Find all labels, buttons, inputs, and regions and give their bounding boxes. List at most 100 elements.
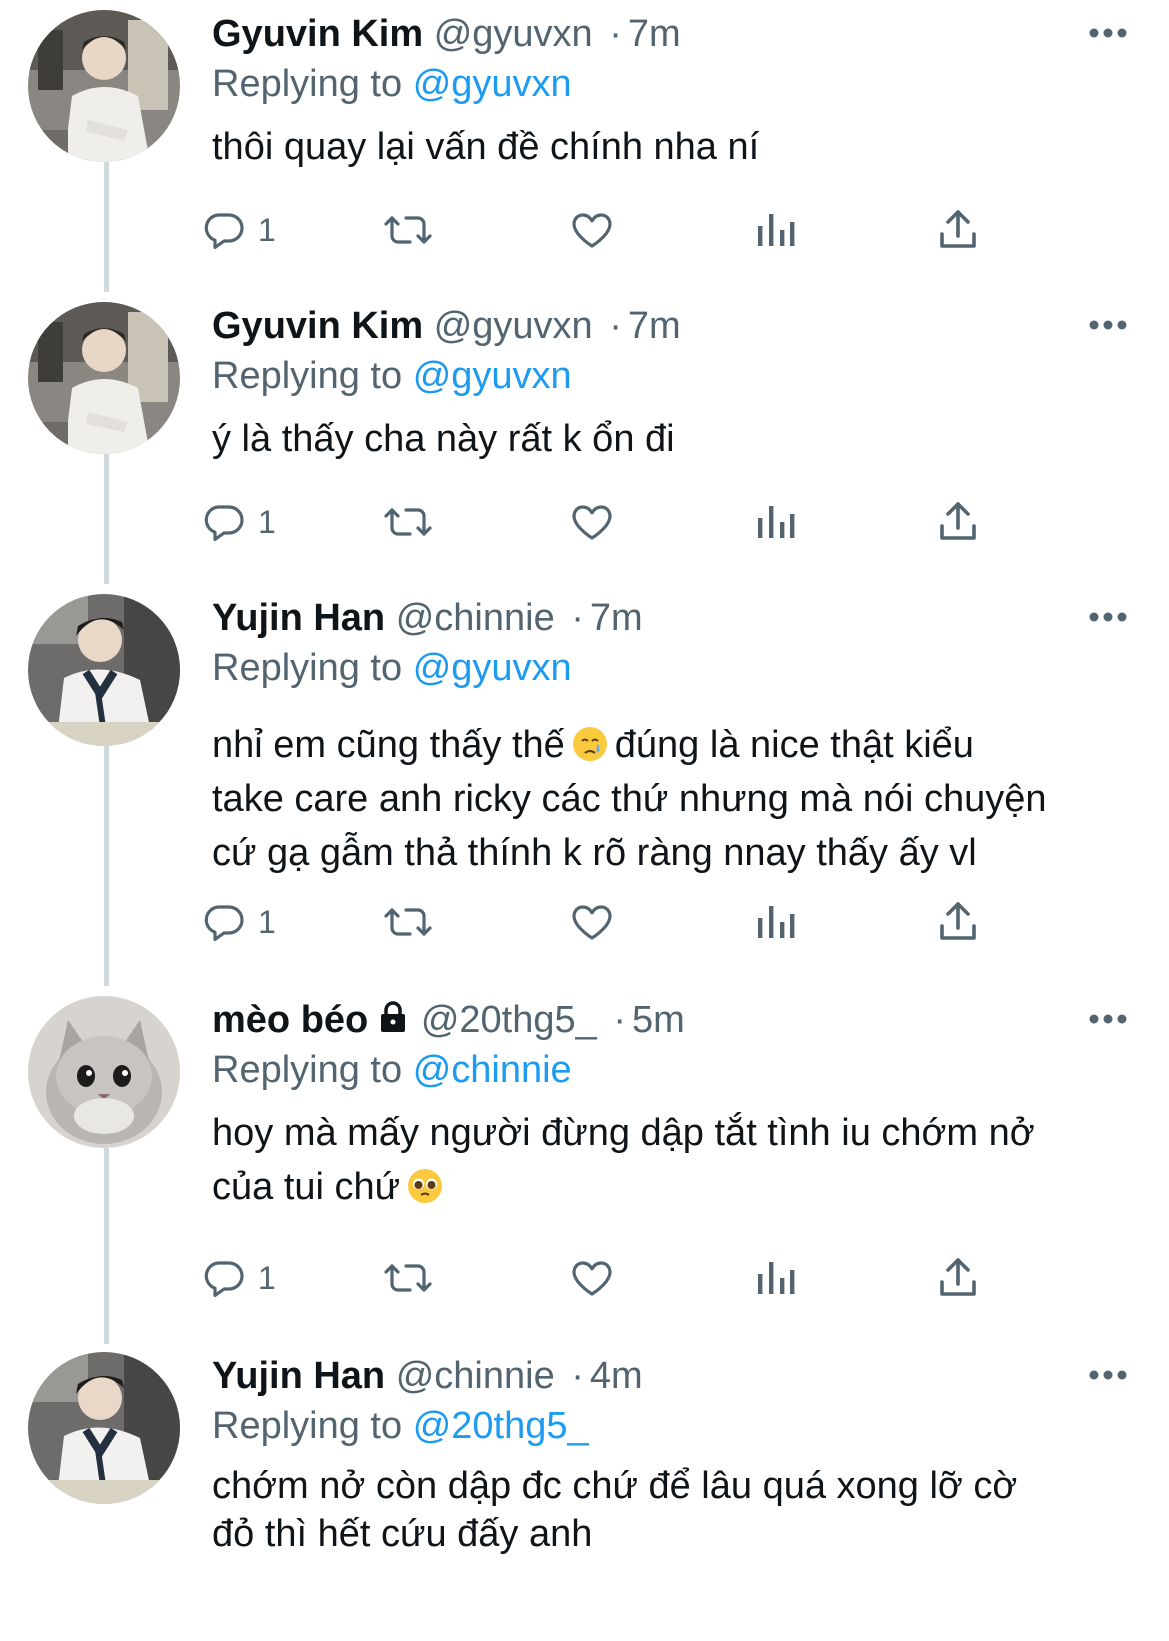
heart-icon [568,1254,616,1302]
timestamp[interactable]: 7m [628,305,681,347]
reply-button[interactable]: 1 [200,204,276,256]
avatar[interactable] [28,996,180,1148]
views-button[interactable] [754,896,796,948]
tweet-text-part: hoy mà mấy người đừng dập tắt tình iu ch… [212,1112,1035,1208]
reply-thread: Gyuvin Kim @gyuvxn · 7m Replying to @gyuv… [0,0,1169,1641]
retweet-button[interactable] [382,204,434,256]
author-handle[interactable]: @chinnie [396,597,555,639]
author-handle[interactable]: @gyuvxn [434,13,593,55]
more-dots-icon[interactable] [1087,602,1129,632]
thread-connector [104,162,109,292]
retweet-icon [382,498,434,546]
replying-to-handle[interactable]: @20thg5_ [413,1405,589,1447]
reply-button[interactable]: 1 [200,896,276,948]
tweet-actions: 1 [204,896,992,948]
share-icon [936,206,980,254]
author-name[interactable]: Yujin Han [212,1355,385,1397]
replying-to-handle[interactable]: @chinnie [413,1049,572,1091]
avatar[interactable] [28,1352,180,1504]
avatar[interactable] [28,594,180,746]
analytics-icon [754,898,796,946]
separator-dot: · [609,13,622,55]
author-name[interactable]: mèo béo [212,999,368,1041]
author-name[interactable]: Yujin Han [212,597,385,639]
tweet-text: hoy mà mấy người đừng dập tắt tình iu ch… [212,1106,1129,1214]
timestamp[interactable]: 7m [590,597,643,639]
avatar[interactable] [28,302,180,454]
like-button[interactable] [568,1252,616,1304]
share-button[interactable] [936,896,980,948]
share-button[interactable] [936,496,980,548]
thread-connector [104,1148,109,1344]
author-handle[interactable]: @chinnie [396,1355,555,1397]
replying-to-label: Replying to [212,1405,403,1447]
heart-icon [568,498,616,546]
tweet-text: ý là thấy cha này rất k ổn đi [212,418,675,460]
views-button[interactable] [754,204,796,256]
like-button[interactable] [568,204,616,256]
share-icon [936,498,980,546]
share-icon [936,1254,980,1302]
tweet-text: nhỉ em cũng thấy thế đúng là nice thật ki… [212,718,1129,880]
views-button[interactable] [754,496,796,548]
thread-connector [104,454,109,584]
views-button[interactable] [754,1252,796,1304]
reply-button[interactable]: 1 [200,496,276,548]
timestamp[interactable]: 7m [628,13,681,55]
analytics-icon [754,1254,796,1302]
tweet-text: chớm nở còn dập đc chứ để lâu quá xong l… [212,1465,1018,1555]
share-icon [936,898,980,946]
reply-bubble-icon [200,898,248,946]
separator-dot: · [571,597,584,639]
like-button[interactable] [568,496,616,548]
retweet-icon [382,1254,434,1302]
author-handle[interactable]: @gyuvxn [434,305,593,347]
author-name[interactable]: Gyuvin Kim [212,305,423,347]
replying-to-label: Replying to [212,647,403,689]
timestamp[interactable]: 5m [632,999,685,1041]
separator-dot: · [609,305,622,347]
thread-connector [104,746,109,986]
replying-to-label: Replying to [212,1049,403,1091]
like-button[interactable] [568,896,616,948]
tweet-actions: 1 [204,204,992,256]
retweet-button[interactable] [382,1252,434,1304]
retweet-icon [382,206,434,254]
share-button[interactable] [936,1252,980,1304]
tweet-text-part: nhỉ em cũng thấy thế [212,724,565,766]
reply-count: 1 [258,1259,276,1296]
separator-dot: · [613,999,626,1041]
reply-count: 1 [258,903,276,940]
replying-to-handle[interactable]: @gyuvxn [413,63,572,105]
share-button[interactable] [936,204,980,256]
author-name[interactable]: Gyuvin Kim [212,13,423,55]
replying-to-handle[interactable]: @gyuvxn [413,355,572,397]
avatar[interactable] [28,10,180,162]
separator-dot: · [571,1355,584,1397]
reply-bubble-icon [200,1254,248,1302]
tweet-text: thôi quay lại vấn đề chính nha ní [212,126,760,168]
author-handle[interactable]: @20thg5_ [421,999,597,1041]
retweet-icon [382,898,434,946]
more-dots-icon[interactable] [1087,1004,1129,1034]
reply-button[interactable]: 1 [200,1252,276,1304]
more-dots-icon[interactable] [1087,1360,1129,1390]
reply-bubble-icon [200,206,248,254]
tweet-actions: 1 [204,496,992,548]
timestamp[interactable]: 4m [590,1355,643,1397]
retweet-button[interactable] [382,896,434,948]
crying-face-emoji [571,724,609,762]
replying-to-handle[interactable]: @gyuvxn [413,647,572,689]
more-dots-icon[interactable] [1087,310,1129,340]
reply-bubble-icon [200,498,248,546]
heart-icon [568,206,616,254]
heart-icon [568,898,616,946]
analytics-icon [754,206,796,254]
more-dots-icon[interactable] [1087,18,1129,48]
tweet-actions: 1 [204,1252,992,1304]
pleading-face-emoji [406,1166,444,1204]
lock-icon [376,998,410,1046]
retweet-button[interactable] [382,496,434,548]
replying-to-label: Replying to [212,355,403,397]
reply-count: 1 [258,211,276,248]
